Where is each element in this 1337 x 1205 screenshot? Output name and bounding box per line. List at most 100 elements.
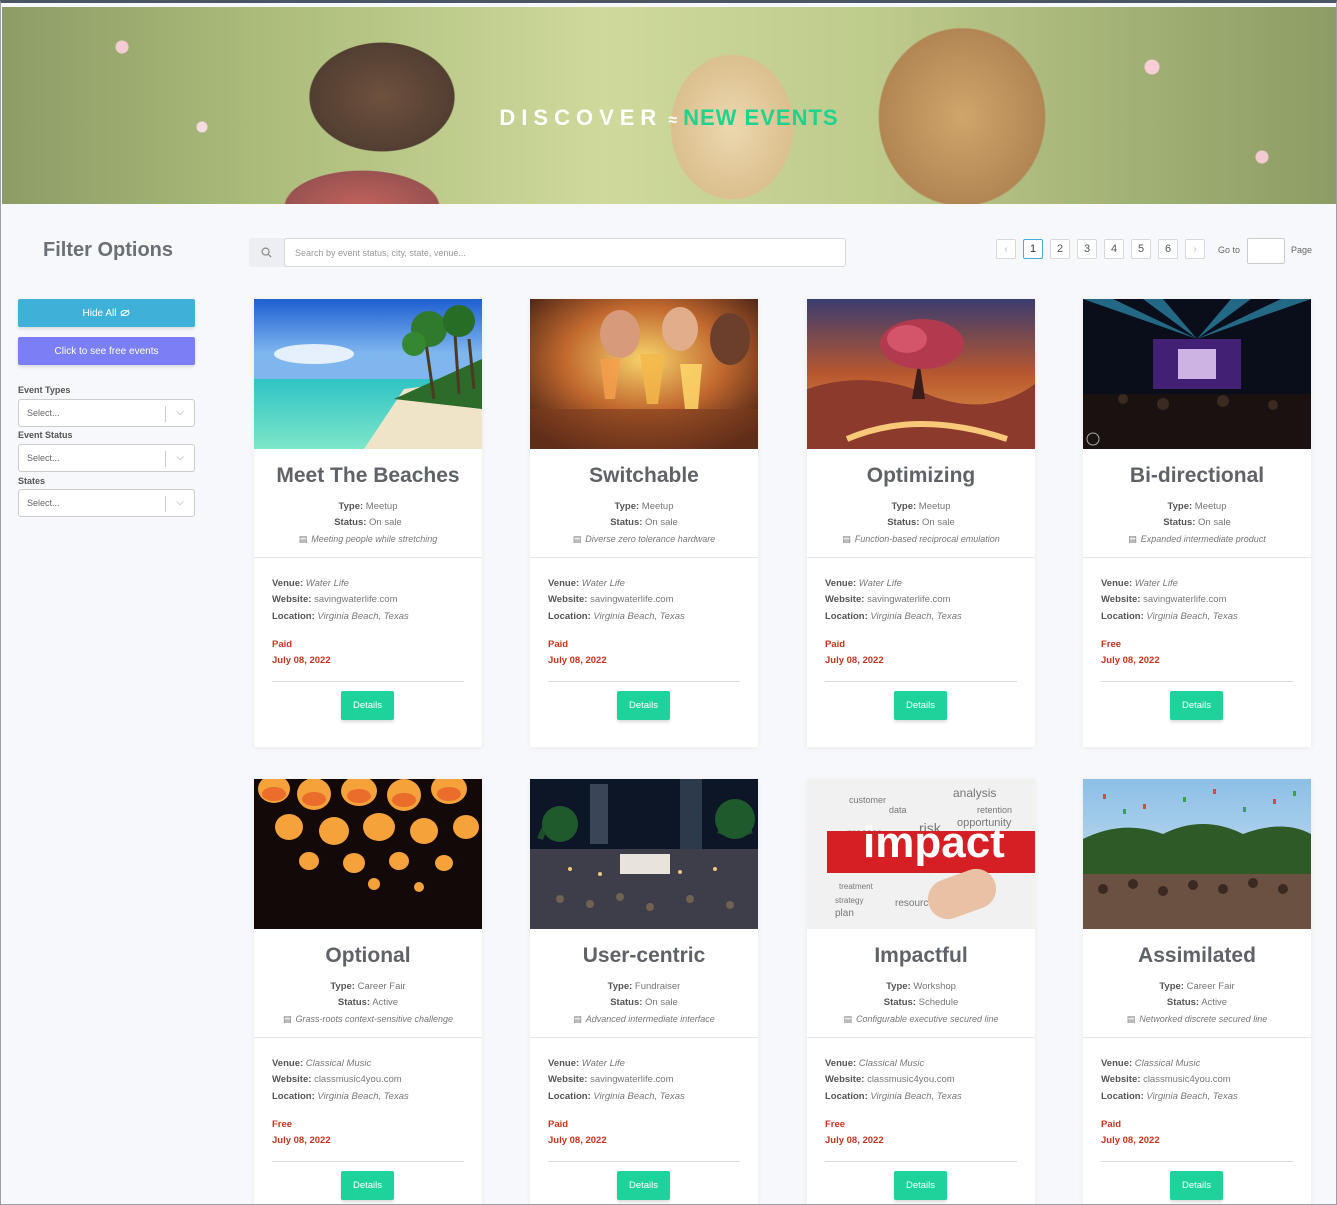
search-input[interactable] (284, 238, 846, 267)
pagination-next-button[interactable]: › (1185, 239, 1205, 259)
price-badge: Paid (548, 1119, 569, 1130)
event-status-select[interactable]: Select... ⌵ (18, 444, 195, 472)
pagination-page-2[interactable]: 2 (1050, 239, 1070, 259)
location-label: Location: (272, 611, 315, 622)
location-value: Virginia Beach, Texas (593, 611, 685, 622)
location-label: Location: (1101, 611, 1144, 622)
location-value: Virginia Beach, Texas (1146, 611, 1238, 622)
event-card: customerprocessriskanalysisopportunityre… (807, 779, 1035, 1204)
event-status: Status: Schedule (807, 997, 1035, 1008)
details-button[interactable]: Details (617, 1171, 670, 1200)
type-label: Type: (886, 981, 911, 992)
description-text: Grass-roots context-sensitive challenge (295, 1014, 454, 1024)
venue-info: Venue: Water Life (272, 578, 349, 589)
details-button[interactable]: Details (1170, 691, 1223, 720)
states-placeholder: Select... (27, 498, 60, 508)
event-date: July 08, 2022 (1101, 1135, 1160, 1146)
free-events-button[interactable]: Click to see free events (18, 337, 195, 365)
details-button[interactable]: Details (894, 691, 947, 720)
description-text: Networked discrete secured line (1139, 1014, 1268, 1024)
event-title: User-centric (582, 944, 706, 967)
website-label: Website: (1101, 594, 1141, 605)
event-date: July 08, 2022 (548, 1135, 607, 1146)
event-card: Optional Type: Career Fair Status: Active ▤… (254, 779, 482, 1204)
event-title: Assimilated (1138, 944, 1256, 967)
location-info: Location: Virginia Beach, Texas (548, 611, 685, 622)
description-text: Diverse zero tolerance hardware (585, 534, 716, 544)
status-value: Schedule (918, 997, 959, 1008)
pagination-page-5[interactable]: 5 (1131, 239, 1151, 259)
pagination-prev-button[interactable]: ‹ (996, 239, 1016, 259)
venue-label: Venue: (825, 578, 857, 589)
image-word: data (889, 805, 907, 815)
website-info: Website: savingwaterlife.com (1101, 594, 1226, 605)
event-types-select[interactable]: Select... ⌵ (18, 399, 195, 427)
status-label: Status: (883, 997, 916, 1008)
pagination-page-1[interactable]: 1 (1023, 239, 1043, 259)
venue-info: Venue: Water Life (825, 578, 902, 589)
eye-slash-icon (120, 309, 130, 317)
goto-page-input[interactable] (1247, 238, 1285, 264)
price-badge: Free (1101, 639, 1122, 650)
location-info: Location: Virginia Beach, Texas (1101, 611, 1238, 622)
select-separator (165, 451, 166, 467)
type-value: Career Fair (357, 981, 406, 992)
event-type: Type: Meetup (1083, 501, 1311, 512)
card-divider (807, 557, 1035, 558)
image-word: analysis (953, 786, 997, 800)
search-icon (261, 247, 272, 258)
event-image[interactable] (1083, 299, 1311, 449)
event-card: Optimizing Type: Meetup Status: On sale ▤ Fu… (807, 299, 1035, 747)
details-button[interactable]: Details (617, 691, 670, 720)
event-image[interactable] (1083, 779, 1311, 929)
event-status: Status: On sale (530, 517, 758, 528)
pagination-page-6[interactable]: 6 (1158, 239, 1178, 259)
event-image[interactable] (530, 299, 758, 449)
pagination-page-3[interactable]: 3 (1077, 239, 1097, 259)
type-value: Meetup (641, 501, 674, 512)
price-badge: Paid (272, 639, 293, 650)
event-types-placeholder: Select... (27, 408, 60, 418)
location-label: Location: (548, 1091, 591, 1102)
venue-info: Venue: Water Life (548, 1058, 625, 1069)
states-label: States (18, 476, 46, 486)
event-status-placeholder: Select... (27, 453, 60, 463)
event-image[interactable] (254, 779, 482, 929)
event-type: Type: Meetup (530, 501, 758, 512)
event-image[interactable]: customerprocessriskanalysisopportunityre… (807, 779, 1035, 929)
event-card: User-centric Type: Fundraiser Status: On s… (530, 779, 758, 1204)
card-divider (254, 1037, 482, 1038)
details-button[interactable]: Details (1170, 1171, 1223, 1200)
event-image[interactable] (530, 779, 758, 929)
pagination-page-4[interactable]: 4 (1104, 239, 1124, 259)
description-text: Expanded intermediate product (1140, 534, 1266, 544)
event-title: Switchable (589, 464, 699, 487)
price-badge: Free (272, 1119, 293, 1130)
venue-value: Water Life (1134, 578, 1178, 589)
website-info: Website: classmusic4you.com (825, 1074, 955, 1085)
event-title: Bi-directional (1129, 464, 1265, 487)
event-type: Type: Workshop (807, 981, 1035, 992)
hide-all-button[interactable]: Hide All (18, 299, 195, 327)
states-select[interactable]: Select... ⌵ (18, 489, 195, 517)
event-image[interactable] (807, 299, 1035, 449)
hero-title-word1: DISCOVER (499, 105, 663, 130)
event-card: Meet The Beaches Type: Meetup Status: On s… (254, 299, 482, 747)
hide-all-label: Hide All (82, 307, 117, 319)
image-word: customer (849, 795, 887, 805)
details-button[interactable]: Details (894, 1171, 947, 1200)
location-info: Location: Virginia Beach, Texas (825, 611, 962, 622)
document-icon: ▤ (843, 1014, 852, 1024)
details-button[interactable]: Details (341, 1171, 394, 1200)
event-date: July 08, 2022 (825, 1135, 884, 1146)
type-label: Type: (330, 981, 355, 992)
event-title: Impactful (874, 944, 968, 967)
venue-value: Water Life (305, 578, 349, 589)
website-label: Website: (1101, 1074, 1141, 1085)
status-label: Status: (887, 517, 920, 528)
event-image[interactable] (254, 299, 482, 449)
page-label: Page (1291, 245, 1313, 255)
details-button[interactable]: Details (341, 691, 394, 720)
event-description: ▤ Expanded intermediate product (1083, 534, 1311, 545)
description-text: Advanced intermediate interface (585, 1014, 715, 1024)
